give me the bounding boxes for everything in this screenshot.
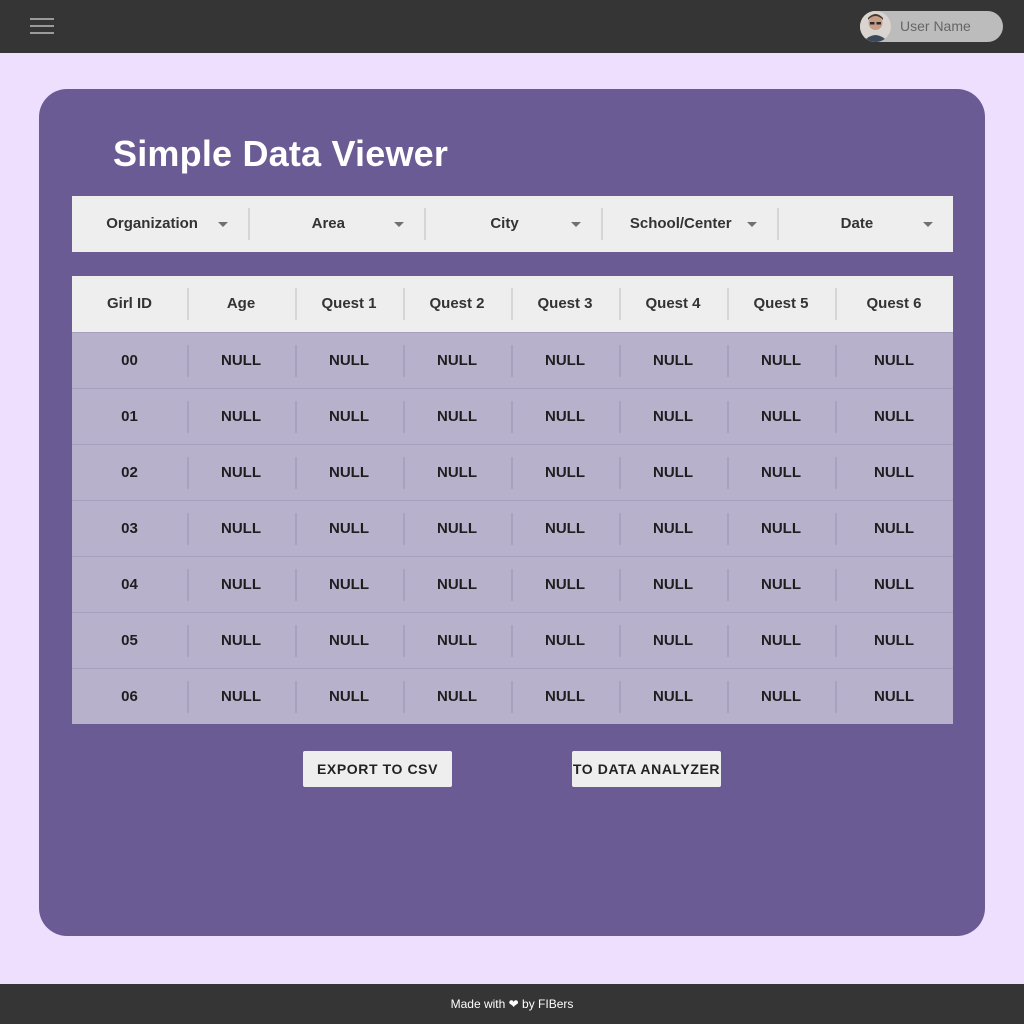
table-cell: NULL xyxy=(511,331,619,388)
table-row: 02 NULL NULL NULL NULL NULL NULL NULL xyxy=(72,443,953,500)
table-row: 06 NULL NULL NULL NULL NULL NULL NULL xyxy=(72,667,953,724)
table-cell: NULL xyxy=(403,667,511,724)
column-header-girl-id[interactable]: Girl ID xyxy=(72,276,187,332)
table-cell: NULL xyxy=(619,667,727,724)
table-cell: 05 xyxy=(72,611,187,668)
column-header-quest-1[interactable]: Quest 1 xyxy=(295,276,403,332)
table-cell: NULL xyxy=(835,555,953,612)
table-cell: NULL xyxy=(727,611,835,668)
organization-filter-dropdown[interactable]: Organization xyxy=(72,196,248,252)
table-cell: NULL xyxy=(511,387,619,444)
table-cell: NULL xyxy=(619,611,727,668)
table-cell: NULL xyxy=(511,555,619,612)
school-center-filter-dropdown[interactable]: School/Center xyxy=(600,196,777,252)
table-cell: NULL xyxy=(187,667,295,724)
top-app-bar: User Name xyxy=(0,0,1024,53)
hamburger-menu-icon[interactable] xyxy=(26,14,58,40)
table-cell: NULL xyxy=(295,611,403,668)
column-header-quest-6[interactable]: Quest 6 xyxy=(835,276,953,332)
table-row: 04 NULL NULL NULL NULL NULL NULL NULL xyxy=(72,555,953,612)
table-row: 01 NULL NULL NULL NULL NULL NULL NULL xyxy=(72,387,953,444)
column-header-quest-4[interactable]: Quest 4 xyxy=(619,276,727,332)
table-cell: NULL xyxy=(187,387,295,444)
table-cell: NULL xyxy=(835,331,953,388)
table-cell: NULL xyxy=(403,443,511,500)
table-cell: NULL xyxy=(835,667,953,724)
table-cell: NULL xyxy=(727,499,835,556)
table-cell: NULL xyxy=(835,443,953,500)
avatar xyxy=(860,11,891,42)
table-cell: NULL xyxy=(403,499,511,556)
to-data-analyzer-button[interactable]: TO DATA ANALYZER xyxy=(572,751,721,787)
table-cell: NULL xyxy=(511,499,619,556)
user-account-chip[interactable]: User Name xyxy=(860,11,1003,42)
city-filter-dropdown[interactable]: City xyxy=(424,196,600,252)
table-cell: NULL xyxy=(295,555,403,612)
table-cell: NULL xyxy=(727,331,835,388)
table-cell: 04 xyxy=(72,555,187,612)
filter-bar: Organization Area City School/Center Dat… xyxy=(72,196,953,252)
table-cell: 06 xyxy=(72,667,187,724)
page-title: Simple Data Viewer xyxy=(113,133,449,174)
table-cell: NULL xyxy=(187,331,295,388)
footer: Made with ❤ by FIBers xyxy=(0,984,1024,1024)
table-row: 05 NULL NULL NULL NULL NULL NULL NULL xyxy=(72,611,953,668)
table-cell: NULL xyxy=(295,667,403,724)
column-header-quest-2[interactable]: Quest 2 xyxy=(403,276,511,332)
table-row: 03 NULL NULL NULL NULL NULL NULL NULL xyxy=(72,499,953,556)
table-row: 00 NULL NULL NULL NULL NULL NULL NULL xyxy=(72,331,953,388)
table-cell: NULL xyxy=(619,387,727,444)
data-viewer-card: Simple Data Viewer Organization Area Cit… xyxy=(39,89,985,936)
data-table: Girl ID Age Quest 1 Quest 2 Quest 3 Ques… xyxy=(72,276,953,724)
table-cell: NULL xyxy=(295,443,403,500)
table-cell: NULL xyxy=(727,443,835,500)
caret-down-icon xyxy=(923,222,934,227)
table-cell: NULL xyxy=(619,331,727,388)
area-filter-dropdown[interactable]: Area xyxy=(248,196,424,252)
table-cell: NULL xyxy=(619,555,727,612)
table-cell: NULL xyxy=(835,611,953,668)
table-cell: NULL xyxy=(295,499,403,556)
table-cell: NULL xyxy=(619,443,727,500)
table-cell: 01 xyxy=(72,387,187,444)
user-name-label: User Name xyxy=(900,18,971,34)
table-cell: 03 xyxy=(72,499,187,556)
table-cell: NULL xyxy=(511,443,619,500)
table-cell: NULL xyxy=(187,443,295,500)
table-cell: 02 xyxy=(72,443,187,500)
caret-down-icon xyxy=(746,222,757,227)
table-cell: NULL xyxy=(403,331,511,388)
table-cell: NULL xyxy=(187,555,295,612)
caret-down-icon xyxy=(394,222,405,227)
date-filter-dropdown[interactable]: Date xyxy=(776,196,953,252)
table-cell: NULL xyxy=(403,611,511,668)
table-cell: NULL xyxy=(619,499,727,556)
table-cell: NULL xyxy=(835,387,953,444)
caret-down-icon xyxy=(218,222,229,227)
table-cell: 00 xyxy=(72,331,187,388)
table-cell: NULL xyxy=(403,555,511,612)
table-cell: NULL xyxy=(511,611,619,668)
table-cell: NULL xyxy=(295,387,403,444)
footer-credit-text: Made with ❤ by FIBers xyxy=(450,997,574,1011)
table-cell: NULL xyxy=(403,387,511,444)
table-cell: NULL xyxy=(835,499,953,556)
table-cell: NULL xyxy=(511,667,619,724)
column-header-age[interactable]: Age xyxy=(187,276,295,332)
table-cell: NULL xyxy=(187,499,295,556)
table-cell: NULL xyxy=(187,611,295,668)
table-cell: NULL xyxy=(727,387,835,444)
column-header-quest-3[interactable]: Quest 3 xyxy=(511,276,619,332)
table-cell: NULL xyxy=(727,667,835,724)
export-to-csv-button[interactable]: EXPORT TO CSV xyxy=(303,751,452,787)
table-cell: NULL xyxy=(727,555,835,612)
table-cell: NULL xyxy=(295,331,403,388)
column-header-quest-5[interactable]: Quest 5 xyxy=(727,276,835,332)
table-header-row: Girl ID Age Quest 1 Quest 2 Quest 3 Ques… xyxy=(72,276,953,332)
caret-down-icon xyxy=(570,222,581,227)
